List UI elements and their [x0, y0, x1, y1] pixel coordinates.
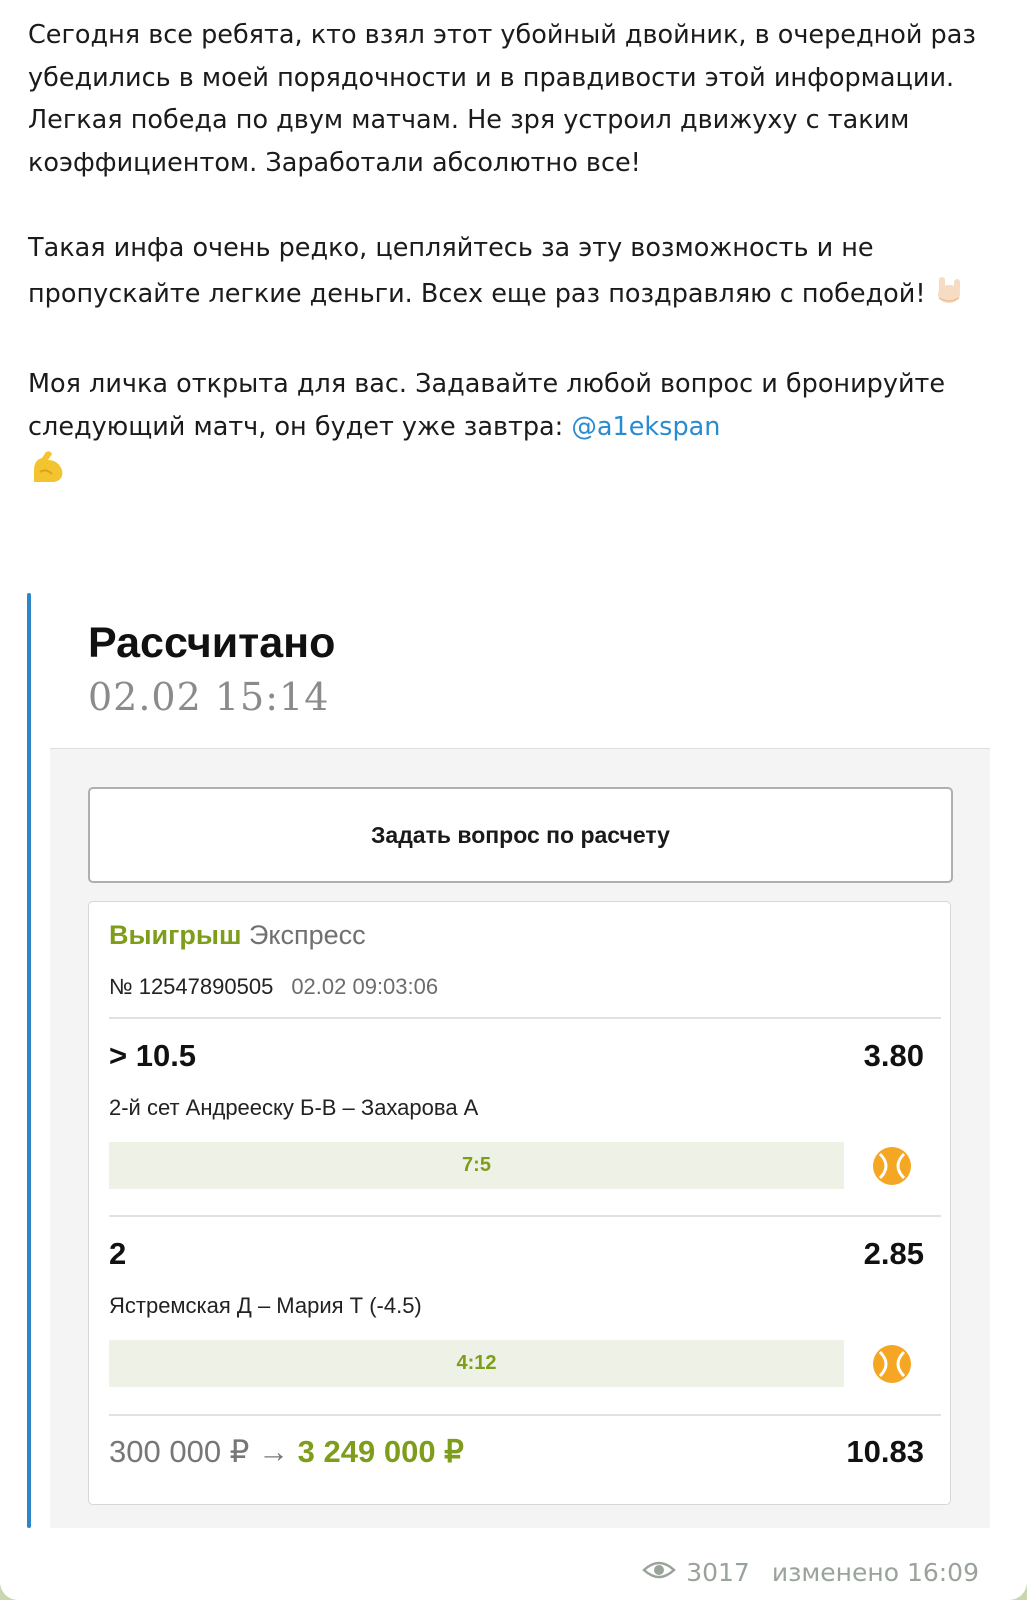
event-1-pick: > 10.5 [109, 1038, 197, 1073]
bet-result-line: Выигрыш Экспресс [109, 920, 366, 951]
message-paragraph-3: Моя личка открыта для вас. Задавайте люб… [28, 363, 1013, 500]
bet-type: Экспресс [248, 920, 366, 950]
message-bubble: Сегодня все ребята, кто взял этот убойны… [0, 0, 1027, 1600]
bet-status-title: Рассчитано [88, 619, 336, 667]
event-2-odd: 2.85 [863, 1236, 924, 1271]
eye-icon [642, 1558, 677, 1587]
bet-result: Выигрыш [109, 920, 242, 950]
message-text: Сегодня все ребята, кто взял этот убойны… [28, 14, 1013, 500]
edited-timestamp: изменено 16:09 [771, 1558, 979, 1587]
bet-settled-datetime: 02.02 15:14 [88, 675, 330, 719]
divider [109, 1215, 941, 1217]
bet-header: Рассчитано 02.02 15:14 [50, 593, 990, 749]
tennis-ball-icon [871, 1145, 913, 1187]
message-paragraph-1: Сегодня все ребята, кто взял этот убойны… [28, 20, 976, 178]
mention-link[interactable]: @a1ekspan [571, 412, 720, 442]
stake-line: 300 000 ₽ → 3 249 000 ₽ [109, 1434, 464, 1470]
divider [109, 1414, 941, 1416]
arrow-right-icon: → [258, 1434, 290, 1469]
message-paragraph-2-text: Такая инфа очень редко, цепляйтесь за эт… [28, 232, 926, 309]
event-1-score: 7:5 [109, 1142, 844, 1189]
quote-bar [27, 593, 31, 1528]
bet-number-line: № 12547890505 02.02 09:03:06 [109, 974, 438, 1000]
message-footer: 3017 изменено 16:09 [642, 1558, 979, 1587]
message-paragraph-2: Такая инфа очень редко, цепляйтесь за эт… [28, 227, 1013, 321]
bet-card: Выигрыш Экспресс № 12547890505 02.02 09:0… [88, 901, 951, 1505]
bet-screenshot[interactable]: Рассчитано 02.02 15:14 Задать вопрос по … [50, 593, 990, 1528]
message-paragraph-3-text: Моя личка открыта для вас. Задавайте люб… [28, 369, 946, 442]
event-1-odd: 3.80 [863, 1038, 924, 1073]
view-count: 3017 [686, 1558, 750, 1587]
ask-question-button[interactable]: Задать вопрос по расчету [88, 787, 953, 883]
event-2-match: Ястремская Д – Мария Т (-4.5) [109, 1293, 422, 1318]
event-2-pick: 2 [109, 1236, 127, 1271]
tennis-ball-icon [871, 1343, 913, 1385]
payout-amount: 3 249 000 ₽ [297, 1434, 464, 1469]
divider [109, 1017, 941, 1019]
event-2-score: 4:12 [109, 1340, 844, 1387]
event-1-match: 2-й сет Андрееску Б-В – Захарова А [109, 1095, 479, 1120]
flexed-biceps-emoji-icon [28, 448, 68, 500]
stake-amount: 300 000 ₽ [109, 1434, 250, 1469]
rock-hand-emoji-icon [930, 269, 968, 321]
total-odd: 10.83 [846, 1434, 924, 1469]
bet-placed-time: 02.02 09:03:06 [291, 974, 439, 999]
bet-number: № 12547890505 [109, 974, 274, 999]
